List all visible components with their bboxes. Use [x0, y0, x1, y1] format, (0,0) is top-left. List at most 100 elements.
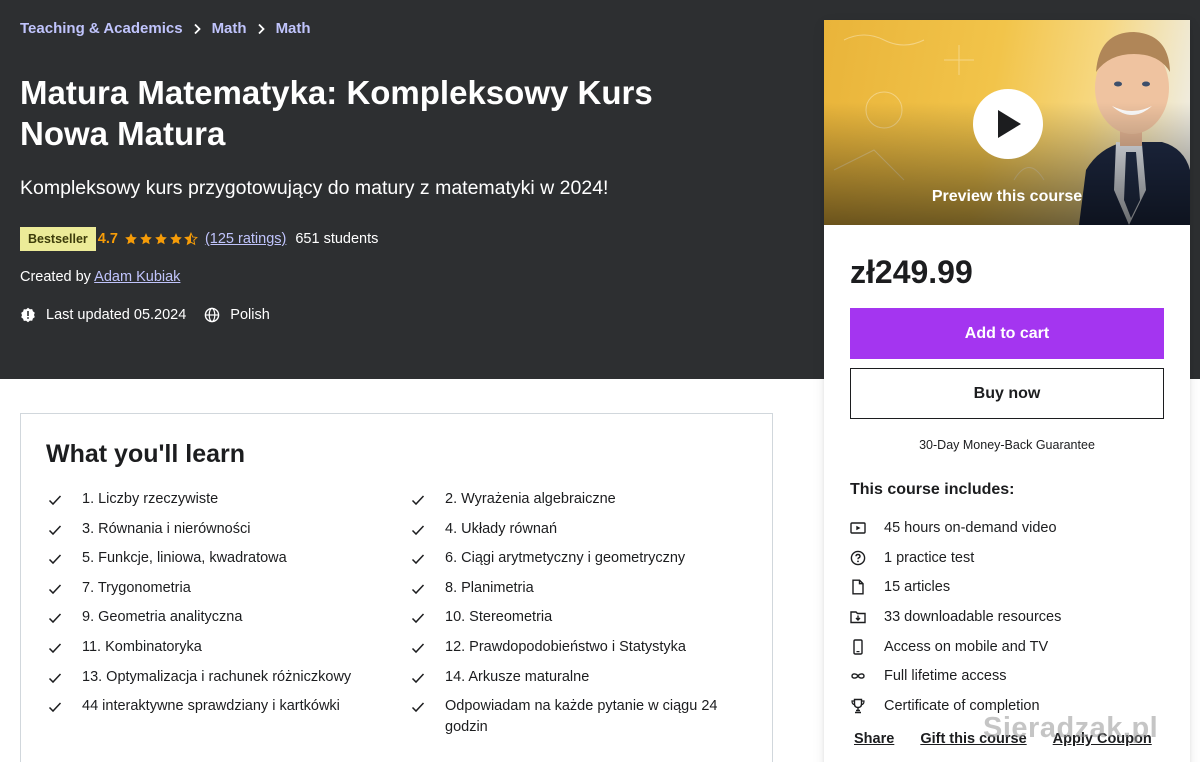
check-icon — [411, 582, 425, 596]
download-folder-icon — [850, 609, 866, 625]
learn-item-text: 14. Arkusze maturalne — [445, 668, 590, 685]
check-icon — [411, 493, 425, 507]
learn-item-text: 9. Geometria analityczna — [82, 609, 243, 626]
learn-title: What you'll learn — [46, 440, 246, 468]
mobile-icon — [850, 638, 866, 655]
learn-item-text: 4. Układy równań — [445, 520, 558, 537]
learn-item-text: 10. Stereometria — [445, 609, 553, 626]
star-full-icon — [125, 233, 137, 245]
chevron-right-icon — [193, 23, 202, 35]
course-meta: Last updated 05.2024 Polish — [20, 307, 270, 323]
preview-label: Preview this course — [931, 188, 1083, 205]
rating-row: Bestseller 4.7 (125 ratings) 651 student… — [20, 227, 378, 251]
learn-item-text: 6. Ciągi arytmetyczny i geometryczny — [445, 550, 686, 567]
learn-item-text: 7. Trygonometria — [82, 579, 191, 596]
breadcrumb-math-category[interactable]: Math — [212, 20, 247, 37]
course-preview[interactable]: Preview this course — [824, 20, 1190, 225]
purchase-card: Preview this course zł249.99 Add to cart… — [824, 20, 1190, 762]
learn-item-text: 5. Funkcje, liniowa, kwadratowa — [82, 550, 287, 567]
star-full-icon — [155, 233, 167, 245]
includes-item: 15 articles — [850, 572, 1170, 602]
play-icon — [998, 110, 1021, 138]
check-icon — [48, 552, 62, 566]
rating-value: 4.7 — [97, 231, 118, 247]
includes-item: Access on mobile and TV — [850, 632, 1170, 662]
includes-item: 45 hours on-demand video — [850, 513, 1170, 543]
learn-item-text: 1. Liczby rzeczywiste — [82, 491, 219, 507]
check-icon — [48, 671, 62, 685]
check-icon — [411, 611, 425, 625]
learn-item: 7. Trygonometria — [46, 578, 409, 599]
learn-item: 6. Ciągi arytmetyczny i geometryczny — [409, 548, 739, 569]
learn-item: 8. Planimetria — [409, 578, 739, 599]
learn-item: 5. Funkcje, liniowa, kwadratowa — [46, 548, 409, 569]
learn-item: 12. Prawdopodobieństwo i Statystyka — [409, 637, 739, 658]
check-icon — [48, 700, 62, 714]
learn-item-text: Odpowiadam na każde pytanie w ciągu 24 g… — [445, 698, 718, 736]
breadcrumb-teaching-academics[interactable]: Teaching & Academics — [20, 20, 183, 37]
course-language: Polish — [230, 307, 270, 323]
play-button[interactable] — [973, 89, 1043, 159]
learn-item: 14. Arkusze maturalne — [409, 667, 739, 688]
check-icon — [48, 523, 62, 537]
what-youll-learn-box: What you'll learn 1. Liczby rzeczywiste 2… — [20, 413, 773, 762]
includes-item: Full lifetime access — [850, 661, 1170, 691]
ratings-count-link[interactable]: (125 ratings) — [205, 231, 286, 247]
learn-item: 44 interaktywne sprawdziany i kartkówki — [46, 696, 409, 738]
question-circle-icon — [850, 550, 866, 566]
learn-item: 13. Optymalizacja i rachunek różniczkowy — [46, 667, 409, 688]
chevron-right-icon — [257, 23, 266, 35]
money-back-guarantee: 30-Day Money-Back Guarantee — [919, 438, 1095, 452]
learn-item: 1. Liczby rzeczywiste — [46, 489, 409, 510]
learn-item-text: 11. Kombinatoryka — [82, 638, 202, 655]
learn-item: 10. Stereometria — [409, 607, 739, 628]
check-icon — [411, 641, 425, 655]
learn-item: 2. Wyrażenia algebraiczne — [409, 489, 739, 510]
infinity-icon — [850, 668, 866, 684]
add-to-cart-button[interactable]: Add to cart — [850, 308, 1164, 359]
learn-item: 4. Układy równań — [409, 519, 739, 540]
share-link[interactable]: Share — [854, 731, 894, 747]
learn-item-text: 8. Planimetria — [445, 579, 534, 596]
includes-item: 1 practice test — [850, 543, 1170, 573]
learn-item-text: 13. Optymalizacja i rachunek różniczkowy — [82, 668, 352, 685]
check-icon — [411, 552, 425, 566]
star-full-icon — [140, 233, 152, 245]
breadcrumb-math-topic[interactable]: Math — [276, 20, 311, 37]
check-icon — [411, 523, 425, 537]
last-updated: Last updated 05.2024 — [46, 307, 187, 323]
check-icon — [411, 700, 425, 714]
star-half-icon — [184, 232, 198, 246]
breadcrumb: Teaching & Academics Math Math — [20, 20, 311, 37]
check-icon — [411, 671, 425, 685]
star-rating — [124, 232, 199, 246]
includes-item: 33 downloadable resources — [850, 602, 1170, 632]
watermark: Sieradzak.pl — [983, 712, 1159, 744]
bestseller-badge: Bestseller — [20, 227, 96, 251]
check-icon — [48, 582, 62, 596]
includes-list: 45 hours on-demand video 1 practice test… — [850, 513, 1170, 721]
students-count: 651 students — [295, 231, 379, 247]
course-price: zł249.99 — [850, 254, 973, 290]
created-by-label: Created by — [20, 269, 91, 285]
trophy-icon — [850, 698, 866, 714]
author-link[interactable]: Adam Kubiak — [94, 269, 180, 285]
check-icon — [48, 641, 62, 655]
learn-item-text: 12. Prawdopodobieństwo i Statystyka — [445, 638, 686, 655]
learn-item-text: 2. Wyrażenia algebraiczne — [445, 491, 616, 507]
learn-item: Odpowiadam na każde pytanie w ciągu 24 g… — [409, 696, 739, 738]
learn-item-text: 3. Równania i nierówności — [82, 520, 251, 537]
video-icon — [850, 520, 866, 536]
buy-now-button[interactable]: Buy now — [850, 368, 1164, 419]
file-icon — [850, 579, 866, 595]
course-subtitle: Kompleksowy kurs przygotowujący do matur… — [20, 177, 609, 199]
globe-icon — [204, 307, 220, 323]
course-title: Matura Matematyka: Kompleksowy Kurs Nowa… — [20, 74, 653, 152]
star-full-icon — [170, 233, 182, 245]
check-icon — [48, 493, 62, 507]
learn-item-text: 44 interaktywne sprawdziany i kartkówki — [82, 698, 340, 715]
learn-item: 11. Kombinatoryka — [46, 637, 409, 658]
check-icon — [48, 611, 62, 625]
learn-list: 1. Liczby rzeczywiste 2. Wyrażenia algebr… — [46, 489, 747, 747]
created-by: Created by Adam Kubiak — [20, 269, 180, 285]
